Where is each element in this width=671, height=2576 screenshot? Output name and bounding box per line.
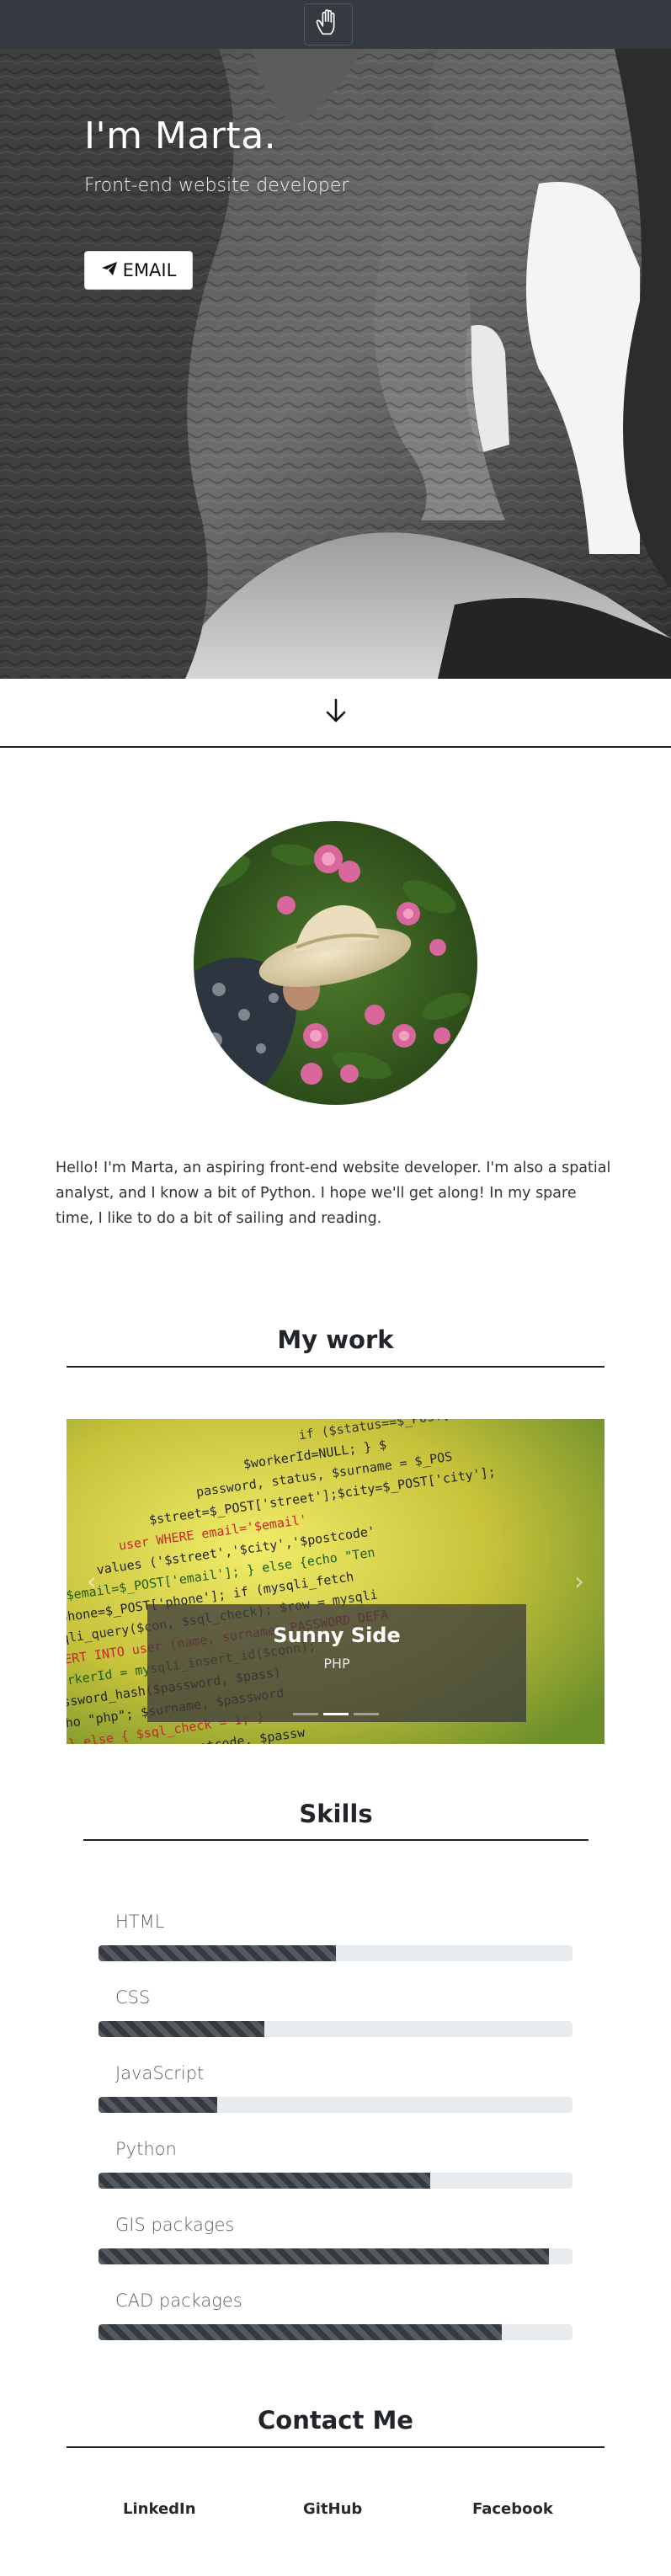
about-paragraph: Hello! I'm Marta, an aspiring front-end … bbox=[56, 1160, 611, 1227]
skill-label: HTML bbox=[115, 1912, 165, 1932]
skill-bar-fill bbox=[99, 2173, 431, 2189]
facebook-link[interactable]: Facebook bbox=[472, 2500, 553, 2518]
scroll-down-bar bbox=[0, 679, 671, 748]
carousel-indicator[interactable] bbox=[353, 1713, 379, 1715]
github-link[interactable]: GitHub bbox=[303, 2500, 362, 2518]
skill-bar-fill bbox=[99, 2324, 502, 2340]
slide-subtitle: PHP bbox=[323, 1656, 350, 1672]
skill-label: CAD packages bbox=[115, 2291, 242, 2311]
email-button[interactable]: EMAIL bbox=[84, 251, 193, 290]
carousel-indicators bbox=[67, 1713, 604, 1715]
skill-bar-track bbox=[99, 2097, 572, 2113]
carousel-caption: Sunny Side PHP bbox=[147, 1604, 526, 1722]
skill-label: Python bbox=[115, 2139, 177, 2159]
skill-bar-fill bbox=[99, 1945, 336, 1961]
hero-subtitle: Front-end website developer bbox=[84, 175, 349, 196]
arrow-down-icon[interactable] bbox=[325, 698, 347, 727]
skill-label: JavaScript bbox=[115, 2063, 205, 2083]
linkedin-link[interactable]: LinkedIn bbox=[123, 2500, 196, 2518]
hero-section: I'm Marta. Front-end website developer E… bbox=[0, 49, 671, 679]
skills-heading-divider bbox=[83, 1839, 588, 1841]
skill-bar-track bbox=[99, 2173, 572, 2189]
carousel-indicator[interactable] bbox=[292, 1713, 318, 1715]
contact-heading-divider bbox=[67, 2446, 604, 2448]
skill-bar-fill bbox=[99, 2021, 265, 2037]
skill-label: GIS packages bbox=[115, 2215, 235, 2235]
navbar-logo[interactable] bbox=[304, 3, 353, 45]
skill-bar-track bbox=[99, 2324, 572, 2340]
skill-bar-fill bbox=[99, 2097, 217, 2113]
carousel-next-button[interactable]: › bbox=[554, 1419, 604, 1744]
hand-icon bbox=[312, 7, 344, 42]
hero-title: I'm Marta. bbox=[84, 115, 277, 157]
skill-bar-fill bbox=[99, 2248, 549, 2264]
carousel-indicator-active[interactable] bbox=[322, 1713, 349, 1715]
profile-photo bbox=[194, 821, 477, 1105]
skill-bar-track bbox=[99, 2248, 572, 2264]
chevron-right-icon: › bbox=[574, 1566, 584, 1597]
chevron-left-icon: ‹ bbox=[87, 1566, 97, 1597]
skill-label: CSS bbox=[115, 1987, 151, 2008]
work-carousel[interactable]: if ($status==$_POST[' $workerId=NULL; } … bbox=[67, 1419, 604, 1744]
work-heading: My work bbox=[277, 1325, 394, 1354]
email-button-label: EMAIL bbox=[122, 260, 177, 280]
carousel-prev-button[interactable]: ‹ bbox=[67, 1419, 117, 1744]
work-heading-divider bbox=[67, 1366, 604, 1368]
contact-heading: Contact Me bbox=[258, 2406, 413, 2435]
navbar bbox=[0, 0, 671, 49]
paper-plane-icon bbox=[101, 260, 118, 280]
skills-heading: Skills bbox=[299, 1800, 373, 1828]
skill-bar-track bbox=[99, 2021, 572, 2037]
slide-title: Sunny Side bbox=[273, 1624, 401, 1647]
skill-bar-track bbox=[99, 1945, 572, 1961]
